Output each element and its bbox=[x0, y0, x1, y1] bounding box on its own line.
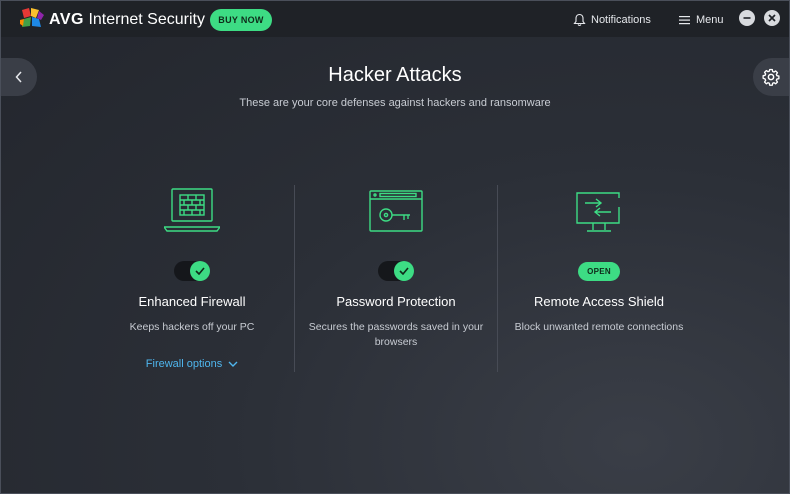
open-button[interactable]: OPEN bbox=[578, 262, 620, 281]
buy-now-button[interactable]: BUY NOW bbox=[210, 9, 272, 31]
enhanced-firewall-toggle[interactable] bbox=[174, 261, 210, 281]
close-icon bbox=[768, 14, 776, 22]
feature-enhanced-firewall: Enhanced Firewall Keeps hackers off your… bbox=[92, 187, 292, 387]
bell-icon bbox=[573, 13, 586, 27]
firewall-options-link[interactable]: Firewall options bbox=[92, 358, 292, 370]
feature-description: Block unwanted remote connections bbox=[514, 321, 684, 333]
column-divider bbox=[294, 185, 295, 372]
page-title: Hacker Attacks bbox=[328, 64, 462, 86]
feature-name: Remote Access Shield bbox=[533, 294, 665, 309]
menu-button[interactable]: Menu bbox=[679, 12, 724, 28]
column-divider bbox=[497, 185, 498, 372]
feature-description: Keeps hackers off your PC bbox=[129, 321, 255, 333]
password-protection-toggle[interactable] bbox=[378, 261, 414, 281]
hamburger-icon bbox=[679, 16, 690, 25]
notifications-button[interactable]: Notifications bbox=[573, 12, 651, 28]
avg-logo-icon bbox=[20, 8, 44, 27]
checkmark-icon bbox=[195, 267, 205, 275]
product-name: Internet Security bbox=[88, 11, 205, 28]
browser-key-icon bbox=[369, 190, 423, 232]
toggle-knob bbox=[190, 261, 210, 281]
menu-label: Menu bbox=[696, 14, 724, 26]
toggle-knob bbox=[394, 261, 414, 281]
firewall-options-label: Firewall options bbox=[145, 358, 223, 370]
feature-name: Enhanced Firewall bbox=[138, 294, 246, 309]
checkmark-icon bbox=[399, 267, 409, 275]
close-button[interactable] bbox=[764, 10, 780, 26]
notifications-label: Notifications bbox=[591, 14, 651, 26]
feature-description: Secures the passwords saved in your brow… bbox=[308, 321, 484, 348]
feature-password-protection: Password Protection Secures the password… bbox=[296, 187, 496, 387]
brand-name: AVG bbox=[49, 11, 84, 28]
firewall-laptop-icon bbox=[164, 188, 220, 232]
app-window: AVG Internet Security BUY NOW Notificati… bbox=[0, 0, 790, 494]
page-subtitle: These are your core defenses against hac… bbox=[239, 97, 551, 109]
minimize-icon bbox=[743, 17, 751, 19]
feature-remote-access-shield: OPEN Remote Access Shield Block unwanted… bbox=[499, 187, 699, 387]
monitor-arrows-icon bbox=[576, 192, 620, 232]
chevron-down-icon bbox=[228, 361, 238, 367]
title-bar: AVG Internet Security BUY NOW Notificati… bbox=[1, 1, 789, 37]
app-title: AVG Internet Security bbox=[49, 10, 205, 30]
minimize-button[interactable] bbox=[739, 10, 755, 26]
feature-name: Password Protection bbox=[336, 294, 456, 309]
